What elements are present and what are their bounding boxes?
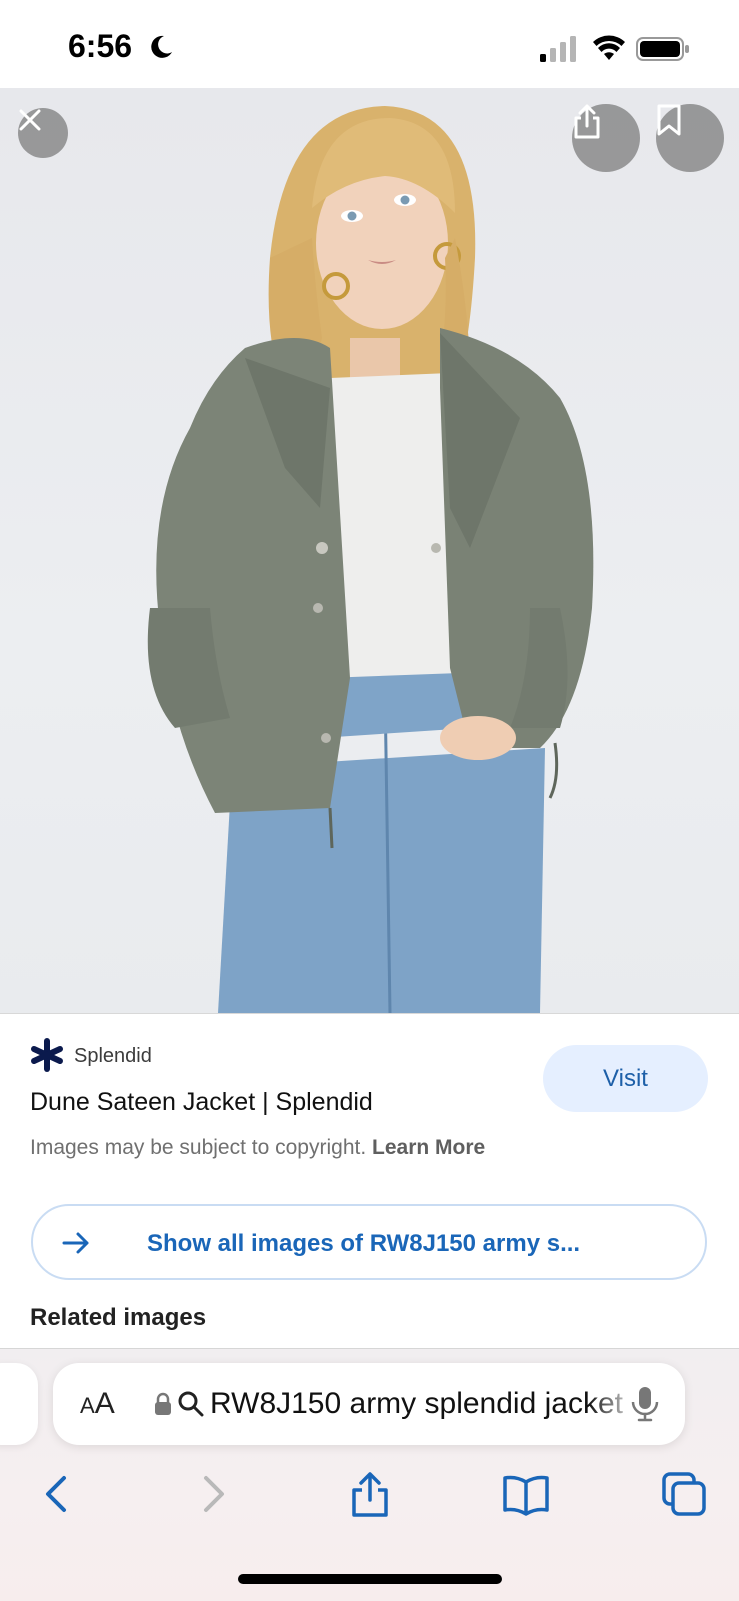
lock-icon [155,1392,171,1415]
text-size-button[interactable]: AA [80,1387,115,1421]
bookmark-image-button[interactable] [656,104,724,172]
wifi-icon [593,35,625,60]
close-button[interactable] [18,108,68,158]
status-bar: 6:56 [0,0,739,88]
previous-tab-preview[interactable] [0,1363,38,1445]
share-icon[interactable] [346,1470,394,1518]
visit-button[interactable]: Visit [543,1045,708,1112]
product-image [0,88,739,1013]
show-all-images-button[interactable]: Show all images of RW8J150 army s... [31,1204,707,1280]
battery-icon [636,37,689,61]
search-icon [178,1391,204,1417]
model-photo [147,106,594,1013]
home-indicator [238,1574,502,1584]
splendid-logo-icon [31,1038,63,1072]
show-all-images-label: Show all images of RW8J150 army s... [147,1230,581,1257]
share-icon [574,104,600,139]
status-time: 6:56 [68,28,133,64]
back-icon[interactable] [32,1470,80,1518]
address-bar[interactable]: AA RW8J150 army splendid jacket [53,1363,685,1445]
bookmark-icon [657,104,681,136]
moon-icon [151,35,172,58]
copyright-notice: Images may be subject to copyright. Lear… [30,1136,485,1160]
copyright-text: Images may be subject to copyright. [30,1136,367,1159]
share-image-button[interactable] [572,104,640,172]
result-title[interactable]: Dune Sateen Jacket | Splendid [30,1088,373,1117]
microphone-icon[interactable] [628,1385,662,1423]
forward-icon[interactable] [190,1470,238,1518]
learn-more-link[interactable]: Learn More [372,1136,485,1159]
source-name: Splendid [74,1045,152,1067]
result-info-panel: Splendid Dune Sateen Jacket | Splendid I… [0,1013,739,1349]
cellular-signal-icon [540,36,576,62]
arrow-right-icon [62,1232,89,1254]
bookmarks-icon[interactable] [502,1470,550,1518]
tabs-icon[interactable] [660,1470,708,1518]
close-icon [19,109,41,131]
search-query-text[interactable]: RW8J150 army splendid jacket [210,1387,640,1421]
related-images-heading: Related images [30,1304,207,1331]
